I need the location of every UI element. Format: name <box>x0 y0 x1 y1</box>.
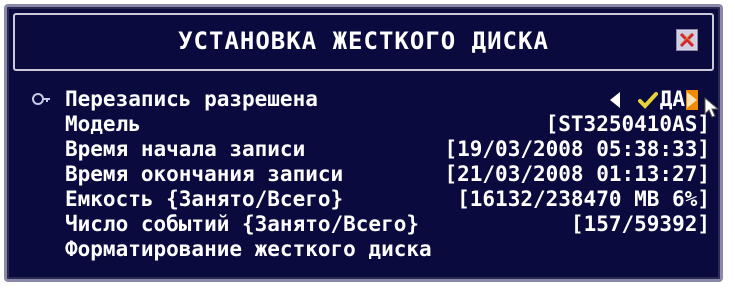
arrow-right-icon[interactable] <box>686 89 698 110</box>
arrow-left-icon[interactable] <box>609 91 620 108</box>
record-end-value: [21/03/2008 01:13:27] <box>444 162 710 186</box>
overwrite-label: Перезапись разрешена <box>65 87 318 111</box>
overwrite-value: ДА <box>659 87 685 111</box>
record-start-value: [19/03/2008 05:38:33] <box>444 137 710 161</box>
settings-list: Перезапись разрешена ДА Модель [ST325041… <box>17 87 720 262</box>
setting-row-model: Модель [ST3250410AS] <box>17 112 710 137</box>
setting-row-format[interactable]: Форматирование жесткого диска <box>17 237 710 262</box>
dialog-title: УСТАНОВКА ЖЕСТКОГО ДИСКА <box>178 27 549 55</box>
setting-row-record-end: Время окончания записи [21/03/2008 01:13… <box>17 162 710 187</box>
setting-row-overwrite[interactable]: Перезапись разрешена ДА <box>17 87 720 118</box>
title-bar: УСТАНОВКА ЖЕСТКОГО ДИСКА <box>13 13 714 71</box>
hdd-setup-dialog: УСТАНОВКА ЖЕСТКОГО ДИСКА Перезапись разр… <box>4 4 723 282</box>
model-value: [ST3250410AS] <box>545 112 710 136</box>
checkmark-icon <box>637 91 658 109</box>
format-hdd-button[interactable]: Форматирование жесткого диска <box>65 237 432 262</box>
model-label: Модель <box>65 112 141 136</box>
setting-row-events: Число событий {Занято/Всего} [157/59392] <box>17 212 710 237</box>
key-pointer-icon <box>32 93 50 105</box>
events-label: Число событий {Занято/Всего} <box>65 212 420 236</box>
capacity-label: Емкость {Занято/Всего} <box>65 187 344 211</box>
setting-row-capacity: Емкость {Занято/Всего} [16132/238470 MB … <box>17 187 710 212</box>
setting-row-record-start: Время начала записи [19/03/2008 05:38:33… <box>17 137 710 162</box>
record-end-label: Время окончания записи <box>65 162 344 186</box>
record-start-label: Время начала записи <box>65 137 306 161</box>
events-value: [157/59392] <box>570 212 710 236</box>
overwrite-control[interactable]: ДА <box>609 87 720 118</box>
close-icon[interactable] <box>676 29 698 51</box>
capacity-value: [16132/238470 MB 6%] <box>457 187 710 211</box>
